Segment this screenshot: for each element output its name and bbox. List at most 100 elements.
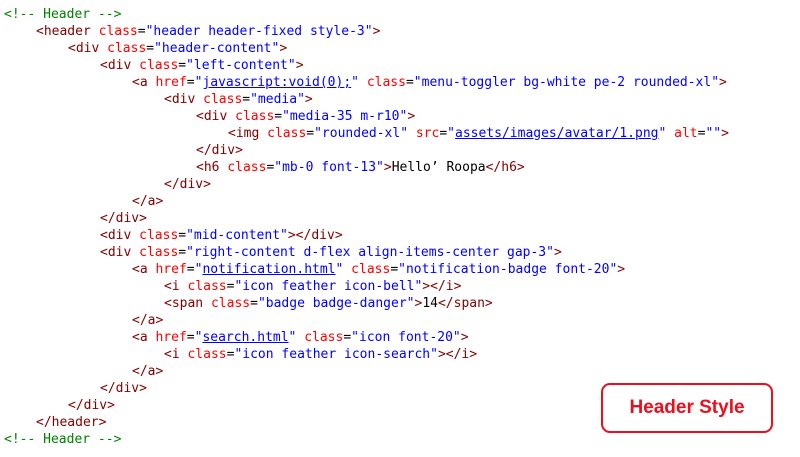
code-token: </div> <box>100 381 147 396</box>
code-token: "badge badge-danger" <box>257 296 415 311</box>
code-token: ></div> <box>287 228 343 243</box>
code-line: </a> <box>4 363 729 380</box>
code-line: </div> <box>4 142 729 159</box>
code-token: class <box>304 330 344 345</box>
code-line: </a> <box>4 193 729 210</box>
code-token: "rounded-xl" <box>314 126 409 141</box>
code-token: <h6 <box>196 160 220 175</box>
code-line: <a href="search.html" class="icon font-2… <box>4 329 729 346</box>
code-token: "media-35 m-r10" <box>282 109 408 124</box>
code-token: = <box>186 262 195 277</box>
code-line: <div class="right-content d-flex align-i… <box>4 244 729 261</box>
code-token: = <box>390 262 399 277</box>
code-token: src <box>415 126 440 141</box>
code-line: <img class="rounded-xl" src="assets/imag… <box>4 125 729 142</box>
code-token: = <box>242 92 251 107</box>
code-token: <a <box>132 75 148 90</box>
code-token: = <box>343 330 352 345</box>
code-line: <!-- Header --> <box>4 6 729 23</box>
code-line: <!-- Header --> <box>4 431 729 448</box>
code-token: "mid-content" <box>186 228 288 243</box>
code-token: </div> <box>68 398 115 413</box>
code-line: <div class="media-35 m-r10"> <box>4 108 729 125</box>
code-token: Hello’ Roopa <box>391 160 486 175</box>
code-line: <div class="mid-content"></div> <box>4 227 729 244</box>
code-token: <span <box>164 296 204 311</box>
code-line: <i class="icon feather icon-bell"></i> <box>4 278 729 295</box>
code-token: class <box>107 41 147 56</box>
code-line: <i class="icon feather icon-search"></i> <box>4 346 729 363</box>
code-token: "media" <box>250 92 305 107</box>
code-token: > <box>304 92 313 107</box>
code-line: <a href="notification.html" class="notif… <box>4 261 729 278</box>
header-style-text: Header Style <box>629 397 745 418</box>
code-token: = <box>274 109 283 124</box>
code-token: "left-content" <box>186 58 296 73</box>
code-token: "icon feather icon-bell" <box>234 279 423 294</box>
code-token: > <box>407 109 416 124</box>
code-token: class <box>139 58 179 73</box>
header-style-label: Header Style <box>601 383 773 433</box>
code-line: <header class="header header-fixed style… <box>4 23 729 40</box>
code-token: = <box>178 245 187 260</box>
code-token: "" <box>705 126 722 141</box>
code-token: = <box>137 24 146 39</box>
code-token: <a <box>132 262 148 277</box>
code-link[interactable]: javascript:void(0); <box>202 75 351 90</box>
code-token: <div <box>100 58 132 73</box>
code-link[interactable]: notification.html <box>202 262 335 277</box>
code-token: " <box>447 126 455 141</box>
code-token: class <box>139 245 179 260</box>
code-link[interactable]: assets/images/avatar/1.png <box>455 126 659 141</box>
code-token: > <box>721 126 729 141</box>
code-token: class <box>139 228 179 243</box>
code-token: </a> <box>132 194 164 209</box>
code-line: <h6 class="mb-0 font-13">Hello’ Roopa</h… <box>4 159 729 176</box>
code-token: alt <box>674 126 698 141</box>
code-token: > <box>279 41 288 56</box>
code-block: <!-- Header --> <header class="header hea… <box>4 6 729 448</box>
code-token: <i <box>164 347 180 362</box>
code-token: <div <box>164 92 196 107</box>
code-token: </span> <box>437 296 493 311</box>
code-token: "icon feather icon-search" <box>234 347 438 362</box>
code-line: <span class="badge badge-danger">14</spa… <box>4 295 729 312</box>
code-token: </div> <box>100 211 147 226</box>
code-token: " <box>351 75 359 90</box>
code-line: </div> <box>4 210 729 227</box>
code-token: > <box>383 160 392 175</box>
code-token: <div <box>68 41 100 56</box>
code-token: ></i> <box>437 347 478 362</box>
code-token: class <box>267 126 307 141</box>
code-token: class <box>210 296 251 311</box>
code-token: href <box>155 330 187 345</box>
code-token: = <box>178 58 187 73</box>
code-token: <div <box>100 245 132 260</box>
code-line: <div class="header-content"> <box>4 40 729 57</box>
code-token: <a <box>132 330 148 345</box>
code-token: class <box>98 24 138 39</box>
code-token: "right-content d-flex align-items-center… <box>186 245 554 260</box>
code-token: <img <box>228 126 260 141</box>
code-token: <header <box>36 24 91 39</box>
code-token: "notification-badge font-20" <box>398 262 618 277</box>
code-token: = <box>146 41 155 56</box>
code-token: </a> <box>132 313 164 328</box>
code-token: "menu-toggler bg-white pe-2 rounded-xl" <box>413 75 720 90</box>
code-token: <div <box>196 109 228 124</box>
code-token: = <box>250 296 258 311</box>
code-token: > <box>295 58 304 73</box>
code-link[interactable]: search.html <box>202 330 288 345</box>
code-token: "header-content" <box>154 41 280 56</box>
code-token: href <box>155 75 187 90</box>
code-token: <!-- Header --> <box>4 432 122 447</box>
